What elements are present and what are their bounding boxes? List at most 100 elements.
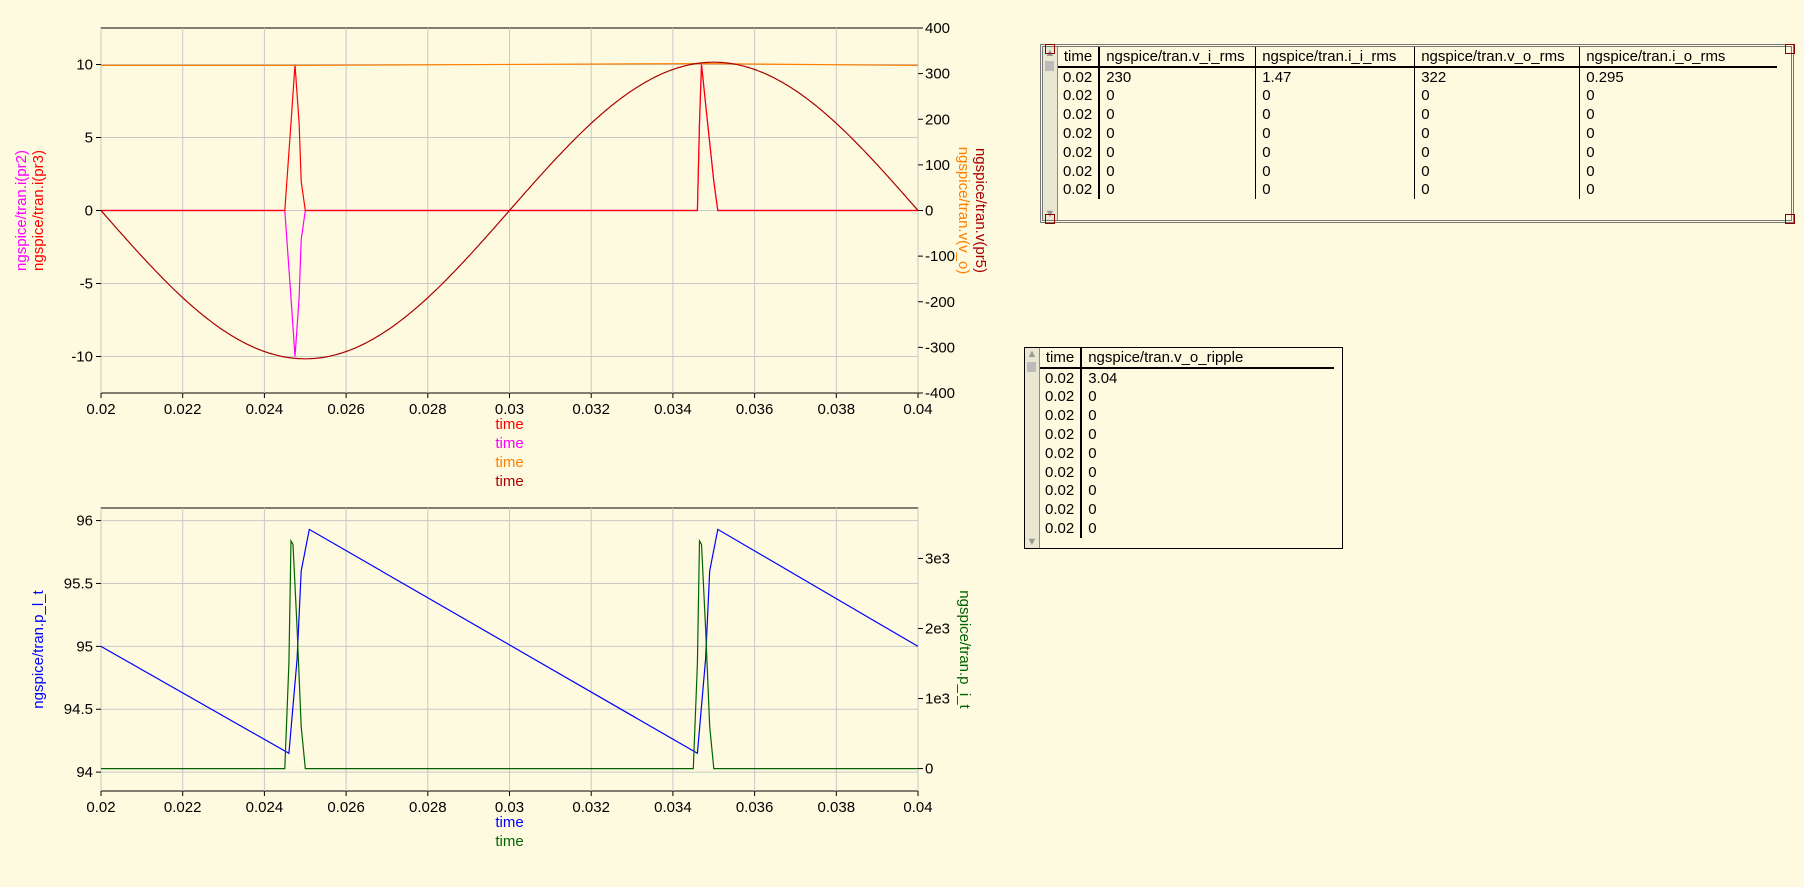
table-cell: 0 bbox=[1255, 142, 1415, 162]
table-cell: 0 bbox=[1255, 86, 1415, 106]
table-cell: 0 bbox=[1579, 142, 1778, 162]
table-cell: 0 bbox=[1098, 180, 1256, 200]
table-row[interactable]: 0.02 0 0 0 0 bbox=[1057, 105, 1778, 125]
y-left-axis-label: ngspice/tran.i(pr3) bbox=[30, 150, 47, 271]
table-row[interactable]: 0.02 230 1.47 322 0.295 bbox=[1057, 66, 1778, 87]
table-cell: 0.02 bbox=[1063, 143, 1093, 161]
table-cell: 0.295 bbox=[1579, 66, 1778, 87]
table-cell: 0 bbox=[1080, 443, 1335, 463]
y-left-tick-label: 5 bbox=[85, 130, 93, 147]
y-left-tick-label: 95 bbox=[76, 638, 93, 655]
y-left-axis-label: ngspice/tran.p_l_t bbox=[30, 589, 47, 708]
table-cell: 0 bbox=[1414, 86, 1580, 106]
x-tick-label: 0.028 bbox=[409, 799, 447, 816]
table-row[interactable]: 0.02 0 0 0 0 bbox=[1057, 86, 1778, 106]
table-row[interactable]: 0.02 0 bbox=[1039, 425, 1335, 444]
scroll-thumb[interactable] bbox=[1027, 362, 1036, 372]
y-right-tick-label: -300 bbox=[925, 339, 955, 356]
table-cell: 0 bbox=[1080, 425, 1335, 444]
y-right-tick-label: -200 bbox=[925, 294, 955, 311]
y-right-tick-label: 0 bbox=[925, 761, 933, 778]
table-cell: 0 bbox=[1080, 387, 1335, 407]
rms-table-scrollbar[interactable]: ▲ ▼ bbox=[1043, 47, 1058, 220]
table-cell: 0 bbox=[1255, 180, 1415, 200]
table-cell: 0.02 bbox=[1063, 181, 1093, 199]
x-tick-label: 0.024 bbox=[246, 799, 284, 816]
x-axis-label: time bbox=[495, 814, 523, 831]
y-left-tick-label: -10 bbox=[71, 349, 93, 366]
x-tick-label: 0.032 bbox=[572, 401, 610, 418]
x-tick-label: 0.028 bbox=[409, 401, 447, 418]
table-cell: 0 bbox=[1080, 406, 1335, 426]
table-row[interactable]: 0.02 0 bbox=[1039, 406, 1335, 426]
table-cell: 0 bbox=[1255, 161, 1415, 181]
ripple-table-scrollbar[interactable]: ▲ ▼ bbox=[1025, 348, 1040, 548]
y-left-tick-label: 96 bbox=[76, 513, 93, 530]
resize-handle[interactable] bbox=[1785, 214, 1795, 224]
ripple-table-grid: time ngspice/tran.v_o_ripple 0.02 3.04 0.0… bbox=[1039, 348, 1335, 538]
table-row[interactable]: 0.02 3.04 bbox=[1039, 367, 1335, 388]
y-right-tick-label: -400 bbox=[925, 385, 955, 402]
x-tick-label: 0.036 bbox=[736, 401, 774, 418]
resize-handle[interactable] bbox=[1045, 214, 1055, 224]
y-right-tick-label: 400 bbox=[925, 20, 950, 37]
x-tick-label: 0.034 bbox=[654, 401, 692, 418]
x-tick-label: 0.038 bbox=[818, 799, 856, 816]
x-tick-label: 0.026 bbox=[327, 799, 365, 816]
x-tick-label: 0.038 bbox=[818, 401, 856, 418]
x-tick-label: 0.02 bbox=[86, 799, 115, 816]
table-cell: 0 bbox=[1579, 86, 1778, 106]
x-axis-label: time bbox=[495, 833, 523, 850]
table-cell: 0.02 bbox=[1045, 369, 1075, 387]
y-right-tick-label: 200 bbox=[925, 111, 950, 128]
table-cell: 0 bbox=[1080, 462, 1335, 482]
scroll-down-icon[interactable]: ▼ bbox=[1026, 536, 1038, 548]
table-cell: 0 bbox=[1414, 124, 1580, 143]
x-tick-label: 0.024 bbox=[246, 401, 284, 418]
table-cell: 0 bbox=[1080, 500, 1335, 520]
table-row[interactable]: 0.02 0 bbox=[1039, 462, 1335, 482]
table-cell: 0 bbox=[1080, 481, 1335, 501]
table-row[interactable]: 0.02 0 0 0 0 bbox=[1057, 161, 1778, 181]
table-cell: 0 bbox=[1098, 105, 1256, 125]
table-cell: 0 bbox=[1414, 105, 1580, 125]
table-header: ngspice/tran.v_o_ripple bbox=[1080, 348, 1335, 369]
table-header: time bbox=[1057, 47, 1100, 68]
x-tick-label: 0.036 bbox=[736, 799, 774, 816]
resize-handle[interactable] bbox=[1045, 44, 1055, 54]
table-cell: 0 bbox=[1579, 161, 1778, 181]
table-row[interactable]: 0.02 0 bbox=[1039, 519, 1335, 538]
table-cell: 0.02 bbox=[1045, 407, 1075, 425]
table-row[interactable]: 0.02 0 bbox=[1039, 481, 1335, 501]
y-right-axis-label: ngspice/tran.v(v_o) bbox=[955, 147, 972, 275]
table-cell: 0 bbox=[1255, 105, 1415, 125]
table-cell: 0 bbox=[1098, 161, 1256, 181]
table-cell: 0.02 bbox=[1045, 482, 1075, 500]
scroll-thumb[interactable] bbox=[1045, 61, 1054, 71]
x-tick-label: 0.032 bbox=[572, 799, 610, 816]
rms-table-grid: time ngspice/tran.v_i_rms ngspice/tran.i… bbox=[1057, 47, 1778, 200]
table-cell: 0 bbox=[1098, 142, 1256, 162]
table-cell: 0 bbox=[1080, 519, 1335, 538]
table-cell: 0 bbox=[1255, 124, 1415, 143]
resize-handle[interactable] bbox=[1785, 44, 1795, 54]
y-left-tick-label: 95.5 bbox=[64, 575, 93, 592]
rms-table[interactable]: ▲ ▼ time ngspice/tran.v_i_rms ngspice/tr… bbox=[1040, 44, 1795, 224]
table-cell: 0.02 bbox=[1045, 520, 1075, 538]
ripple-table[interactable]: ▲ ▼ time ngspice/tran.v_o_ripple 0.02 3.0… bbox=[1024, 347, 1343, 549]
table-row[interactable]: 0.02 0 bbox=[1039, 443, 1335, 463]
y-right-tick-label: 2e3 bbox=[925, 620, 950, 637]
table-cell: 0 bbox=[1414, 142, 1580, 162]
scroll-up-icon[interactable]: ▲ bbox=[1026, 348, 1038, 360]
y-right-tick-label: 1e3 bbox=[925, 691, 950, 708]
y-left-tick-label: 94.5 bbox=[64, 701, 93, 718]
table-row[interactable]: 0.02 0 0 0 0 bbox=[1057, 124, 1778, 143]
table-row[interactable]: 0.02 0 0 0 0 bbox=[1057, 180, 1778, 200]
x-tick-label: 0.022 bbox=[164, 401, 202, 418]
table-cell: 0.02 bbox=[1063, 106, 1093, 124]
table-row[interactable]: 0.02 0 bbox=[1039, 387, 1335, 407]
table-row[interactable]: 0.02 0 bbox=[1039, 500, 1335, 520]
y-right-axis-label: ngspice/tran.v(pr5) bbox=[972, 148, 989, 273]
table-cell: 0 bbox=[1098, 86, 1256, 106]
table-row[interactable]: 0.02 0 0 0 0 bbox=[1057, 142, 1778, 162]
